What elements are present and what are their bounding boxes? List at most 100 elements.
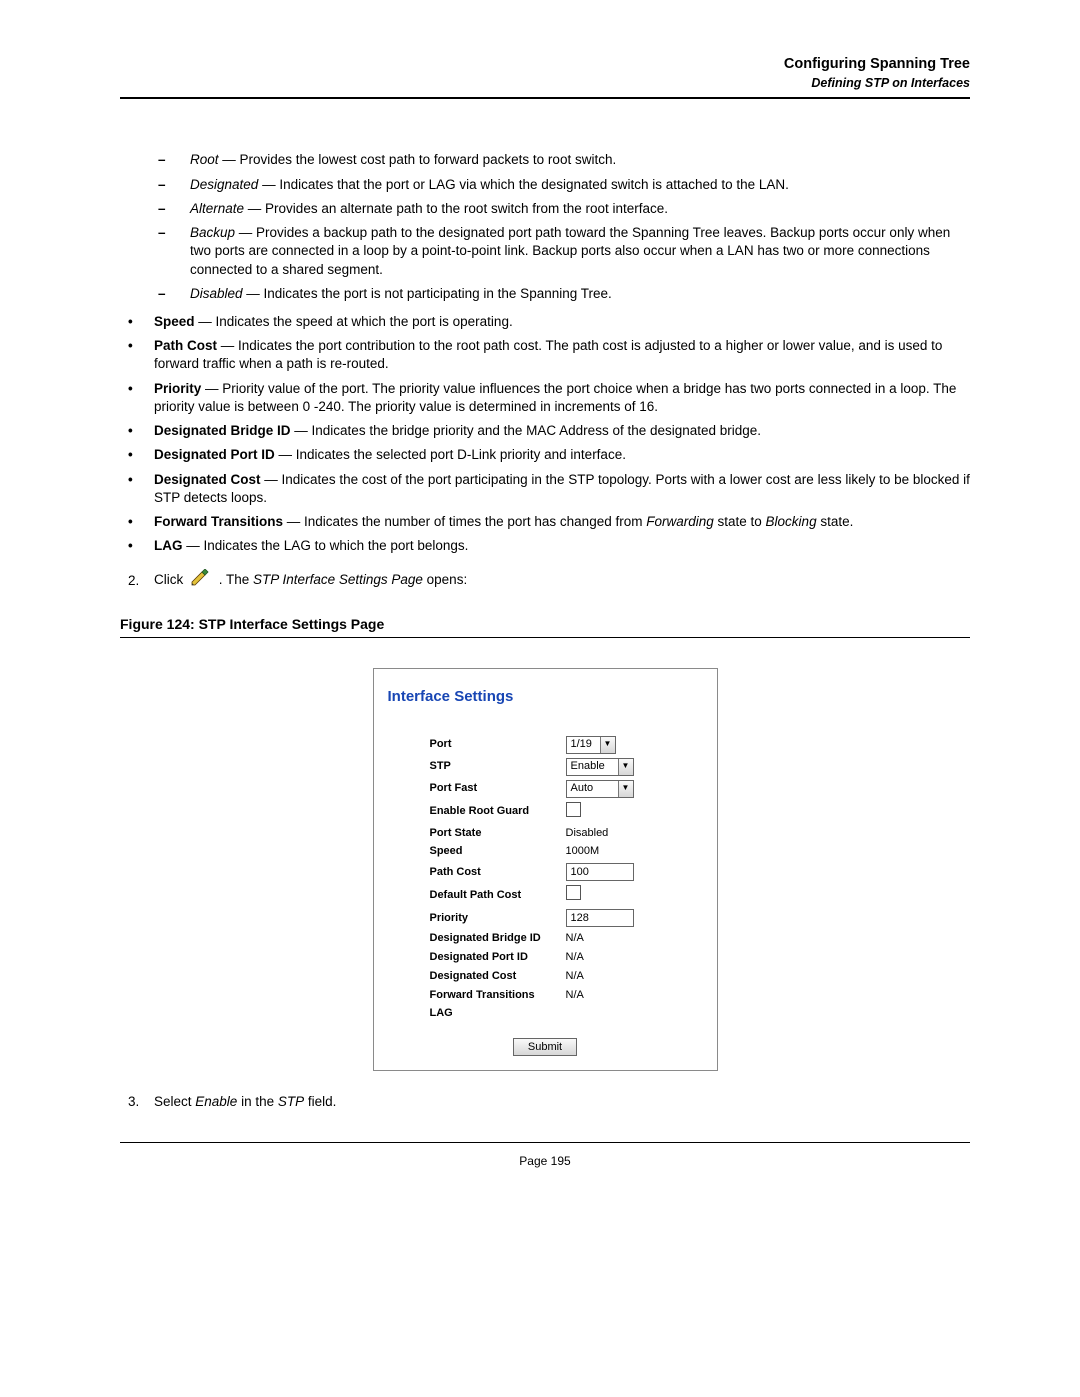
- enable-root-guard-label: Enable Root Guard: [430, 800, 566, 824]
- footer-rule: [120, 1142, 970, 1143]
- list-text: Designated Bridge ID — Indicates the bri…: [154, 422, 970, 440]
- list-item: • LAG — Indicates the LAG to which the p…: [120, 537, 970, 555]
- priority-label: Priority: [430, 907, 566, 929]
- row-path-cost: Path Cost 100: [430, 861, 640, 883]
- running-header: Configuring Spanning Tree Defining STP o…: [120, 55, 970, 91]
- bullet: •: [120, 313, 154, 331]
- submit-button[interactable]: Submit: [513, 1038, 577, 1056]
- step-number: 3.: [120, 1093, 154, 1111]
- bullet: •: [120, 422, 154, 440]
- default-path-cost-checkbox[interactable]: [566, 885, 581, 900]
- priority-value: 128: [571, 911, 589, 926]
- row-designated-cost: Designated Cost N/A: [430, 967, 640, 986]
- dash-bullet: –: [120, 224, 180, 279]
- interface-settings-panel: Interface Settings Port 1/19 ▼ STP: [373, 668, 718, 1071]
- designated-port-id-label: Designated Port ID: [430, 948, 566, 967]
- step-text: Select Enable in the STP field.: [154, 1093, 970, 1111]
- enable-root-guard-checkbox[interactable]: [566, 802, 581, 817]
- interface-settings-figure: Interface Settings Port 1/19 ▼ STP: [120, 668, 970, 1071]
- row-default-path-cost: Default Path Cost: [430, 883, 640, 907]
- row-lag: LAG: [430, 1004, 640, 1023]
- step-2: 2. Click . The STP Interface Settings Pa…: [120, 569, 970, 592]
- row-designated-port-id: Designated Port ID N/A: [430, 948, 640, 967]
- list-text: LAG — Indicates the LAG to which the por…: [154, 537, 970, 555]
- designated-bridge-id-label: Designated Bridge ID: [430, 929, 566, 948]
- forward-transitions-label: Forward Transitions: [430, 986, 566, 1005]
- speed-value: 1000M: [566, 842, 640, 861]
- header-rule: [120, 97, 970, 99]
- row-designated-bridge-id: Designated Bridge ID N/A: [430, 929, 640, 948]
- header-title: Configuring Spanning Tree: [120, 55, 970, 75]
- port-label: Port: [430, 734, 566, 756]
- list-text: Path Cost — Indicates the port contribut…: [154, 337, 970, 373]
- list-item: • Designated Port ID — Indicates the sel…: [120, 446, 970, 464]
- bullet: •: [120, 446, 154, 464]
- bullet: •: [120, 337, 154, 373]
- bullet: •: [120, 380, 154, 416]
- definition-list: • Speed — Indicates the speed at which t…: [120, 313, 970, 555]
- row-priority: Priority 128: [430, 907, 640, 929]
- default-path-cost-label: Default Path Cost: [430, 883, 566, 907]
- port-fast-select[interactable]: Auto ▼: [566, 780, 634, 798]
- list-text: Root — Provides the lowest cost path to …: [180, 151, 970, 169]
- step-list-2: 3. Select Enable in the STP field.: [120, 1093, 970, 1111]
- list-text: Speed — Indicates the speed at which the…: [154, 313, 970, 331]
- designated-cost-label: Designated Cost: [430, 967, 566, 986]
- row-port: Port 1/19 ▼: [430, 734, 640, 756]
- dash-bullet: –: [120, 285, 180, 303]
- list-text: Designated Port ID — Indicates the selec…: [154, 446, 970, 464]
- list-item: – Backup — Provides a backup path to the…: [120, 224, 970, 279]
- list-text: Forward Transitions — Indicates the numb…: [154, 513, 970, 531]
- designated-cost-value: N/A: [566, 967, 640, 986]
- port-fast-label: Port Fast: [430, 778, 566, 800]
- port-fast-select-value: Auto: [571, 781, 594, 796]
- list-item: • Priority — Priority value of the port.…: [120, 380, 970, 416]
- bullet: •: [120, 513, 154, 531]
- path-cost-value: 100: [571, 865, 589, 880]
- port-select-value: 1/19: [571, 737, 592, 752]
- port-select[interactable]: 1/19 ▼: [566, 736, 616, 754]
- stp-select-value: Enable: [571, 759, 605, 774]
- panel-title: Interface Settings: [388, 687, 703, 707]
- step-text: Click . The STP Interface Settings Page …: [154, 569, 970, 592]
- bullet: •: [120, 471, 154, 507]
- path-cost-input[interactable]: 100: [566, 863, 634, 881]
- list-item: • Designated Bridge ID — Indicates the b…: [120, 422, 970, 440]
- figure-caption: Figure 124: STP Interface Settings Page: [120, 615, 970, 634]
- stp-select[interactable]: Enable ▼: [566, 758, 634, 776]
- list-text: Backup — Provides a backup path to the d…: [180, 224, 970, 279]
- step-number: 2.: [120, 572, 154, 590]
- dash-bullet: –: [120, 151, 180, 169]
- list-text: Disabled — Indicates the port is not par…: [180, 285, 970, 303]
- row-stp: STP Enable ▼: [430, 756, 640, 778]
- list-text: Designated — Indicates that the port or …: [180, 176, 970, 194]
- chevron-down-icon[interactable]: ▼: [600, 737, 615, 753]
- list-item: • Path Cost — Indicates the port contrib…: [120, 337, 970, 373]
- list-text: Alternate — Provides an alternate path t…: [180, 200, 970, 218]
- list-text: Designated Cost — Indicates the cost of …: [154, 471, 970, 507]
- stp-label: STP: [430, 756, 566, 778]
- lag-value: [566, 1004, 640, 1023]
- port-state-label: Port State: [430, 824, 566, 843]
- list-text: Priority — Priority value of the port. T…: [154, 380, 970, 416]
- lag-label: LAG: [430, 1004, 566, 1023]
- step-list: 2. Click . The STP Interface Settings Pa…: [120, 569, 970, 592]
- header-subtitle: Defining STP on Interfaces: [120, 75, 970, 92]
- figure-rule: [120, 637, 970, 638]
- list-item: – Designated — Indicates that the port o…: [120, 176, 970, 194]
- forward-transitions-value: N/A: [566, 986, 640, 1005]
- chevron-down-icon[interactable]: ▼: [618, 781, 633, 797]
- list-item: – Root — Provides the lowest cost path t…: [120, 151, 970, 169]
- designated-bridge-id-value: N/A: [566, 929, 640, 948]
- list-item: – Alternate — Provides an alternate path…: [120, 200, 970, 218]
- dash-bullet: –: [120, 200, 180, 218]
- page-number: Page 195: [120, 1153, 970, 1169]
- list-item: – Disabled — Indicates the port is not p…: [120, 285, 970, 303]
- row-port-state: Port State Disabled: [430, 824, 640, 843]
- priority-input[interactable]: 128: [566, 909, 634, 927]
- row-enable-root-guard: Enable Root Guard: [430, 800, 640, 824]
- chevron-down-icon[interactable]: ▼: [618, 759, 633, 775]
- path-cost-label: Path Cost: [430, 861, 566, 883]
- speed-label: Speed: [430, 842, 566, 861]
- role-list: – Root — Provides the lowest cost path t…: [120, 151, 970, 303]
